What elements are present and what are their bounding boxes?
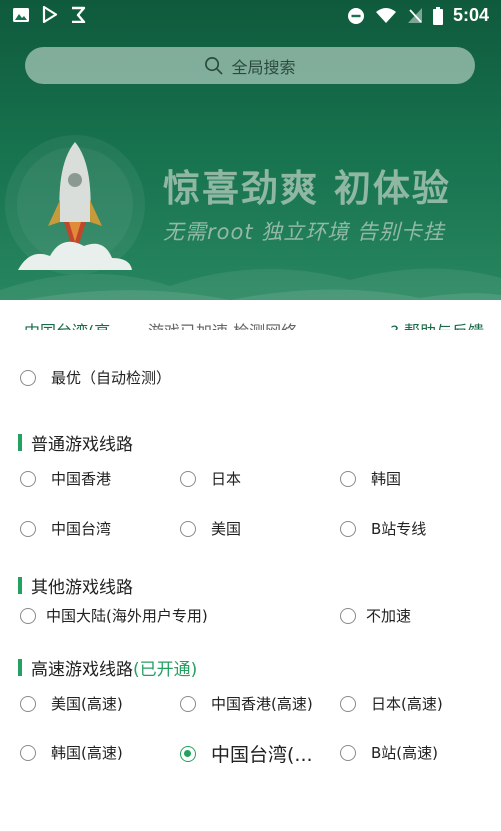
radio-button[interactable] bbox=[340, 744, 356, 761]
route-option-bilibili-fast[interactable]: B站(高速) bbox=[340, 742, 438, 763]
search-icon bbox=[205, 57, 223, 75]
play-store-icon bbox=[42, 6, 58, 23]
status-bar: 5:04 bbox=[0, 0, 501, 34]
route-option-label: 中国台湾(... bbox=[211, 744, 313, 766]
route-option-usa-fast[interactable]: 美国(高速) bbox=[20, 693, 123, 714]
question-circle-icon: ? bbox=[390, 322, 399, 330]
section-marker bbox=[18, 434, 22, 451]
hero-title: 惊喜劲爽 初体验 bbox=[163, 167, 451, 210]
route-option-label: B站专线 bbox=[371, 520, 427, 538]
radio-button[interactable] bbox=[20, 470, 36, 487]
section-title-other-routes: 其他游戏线路 bbox=[18, 573, 133, 598]
help-feedback-link[interactable]: ? 帮助与反馈 bbox=[390, 318, 484, 330]
route-option-best[interactable]: 最优（自动检测） bbox=[20, 367, 171, 388]
search-placeholder: 全局搜索 bbox=[231, 57, 296, 77]
signal-off-icon bbox=[407, 8, 422, 23]
radio-button[interactable] bbox=[20, 607, 36, 624]
route-option-korea-fast[interactable]: 韩国(高速) bbox=[20, 742, 123, 763]
route-option-hongkong-fast[interactable]: 中国香港(高速) bbox=[180, 693, 313, 714]
route-option-label: 最优（自动检测） bbox=[51, 369, 172, 387]
chevron-down-icon: ⌄ bbox=[115, 322, 128, 330]
section-marker bbox=[18, 659, 22, 676]
route-option-korea[interactable]: 韩国 bbox=[340, 468, 401, 489]
radio-button[interactable] bbox=[340, 520, 356, 537]
route-option-label: 中国香港 bbox=[51, 470, 112, 488]
activated-badge: (已开通) bbox=[133, 660, 198, 680]
route-option-label: 韩国 bbox=[371, 470, 402, 488]
route-option-japan[interactable]: 日本 bbox=[180, 468, 241, 489]
route-option-label: 中国台湾 bbox=[51, 520, 112, 538]
header-banner: 5:04 全局搜索 惊喜劲爽 初体验 无需root 独立环境 告别卡挂 中国台湾… bbox=[0, 0, 501, 330]
app-icon bbox=[72, 6, 86, 23]
route-option-taiwan[interactable]: 中国台湾 bbox=[20, 518, 111, 539]
dnd-icon bbox=[347, 7, 364, 24]
radio-button[interactable] bbox=[20, 369, 36, 386]
route-option-mainland[interactable]: 中国大陆(海外用户专用) bbox=[20, 605, 208, 626]
route-option-label: 韩国(高速) bbox=[51, 744, 123, 762]
route-option-label: 不加速 bbox=[366, 607, 412, 625]
route-option-bilibili[interactable]: B站专线 bbox=[340, 518, 426, 539]
radio-button[interactable] bbox=[340, 470, 356, 487]
route-option-label: 美国 bbox=[211, 520, 242, 538]
section-title-normal-routes: 普通游戏线路 bbox=[18, 430, 133, 455]
radio-button[interactable] bbox=[340, 695, 356, 712]
hero-subtitle: 无需root 独立环境 告别卡挂 bbox=[163, 220, 445, 244]
section-title-fast-routes: 高速游戏线路 (已开通) bbox=[18, 655, 197, 680]
global-search-bar[interactable]: 全局搜索 bbox=[25, 47, 475, 84]
image-icon bbox=[13, 7, 29, 22]
route-option-hongkong[interactable]: 中国香港 bbox=[20, 468, 111, 489]
radio-button[interactable] bbox=[180, 695, 196, 712]
radio-button[interactable] bbox=[20, 520, 36, 537]
radio-button[interactable] bbox=[340, 607, 356, 624]
accelerate-info-bar: 中国台湾(高 ⌄ 游戏已加速 检测网络 ? 帮助与反馈 bbox=[0, 300, 501, 330]
route-option-label: B站(高速) bbox=[371, 744, 438, 762]
route-option-label: 中国大陆(海外用户专用) bbox=[46, 607, 208, 625]
status-time: 5:04 bbox=[452, 5, 489, 25]
route-option-label: 美国(高速) bbox=[51, 695, 123, 713]
radio-button[interactable] bbox=[180, 520, 196, 537]
accelerate-status: 游戏已加速 检测网络 bbox=[148, 318, 297, 330]
wifi-icon bbox=[375, 8, 396, 23]
route-option-japan-fast[interactable]: 日本(高速) bbox=[340, 693, 443, 714]
battery-icon bbox=[432, 6, 443, 25]
route-option-no-acceleration[interactable]: 不加速 bbox=[340, 605, 411, 626]
section-title-text: 普通游戏线路 bbox=[31, 435, 133, 455]
route-option-taiwan-fast[interactable]: 中国台湾(... bbox=[180, 740, 313, 767]
route-option-label: 中国香港(高速) bbox=[211, 695, 313, 713]
route-selection-sheet: 最优（自动检测） 普通游戏线路 中国香港 日本 韩国 中国台湾 美国 B站专线 … bbox=[0, 330, 501, 832]
radio-button[interactable] bbox=[20, 744, 36, 761]
radio-button[interactable] bbox=[20, 695, 36, 712]
radio-button[interactable] bbox=[180, 470, 196, 487]
help-label: 帮助与反馈 bbox=[404, 322, 484, 330]
radio-button-selected[interactable] bbox=[180, 745, 196, 762]
section-marker bbox=[18, 577, 22, 594]
section-title-text: 其他游戏线路 bbox=[31, 578, 133, 598]
route-option-usa[interactable]: 美国 bbox=[180, 518, 241, 539]
region-selector[interactable]: 中国台湾(高 ⌄ bbox=[24, 318, 129, 330]
region-label: 中国台湾(高 bbox=[24, 322, 110, 330]
route-option-label: 日本(高速) bbox=[371, 695, 443, 713]
route-option-label: 日本 bbox=[211, 470, 242, 488]
section-title-text: 高速游戏线路 bbox=[31, 660, 133, 680]
